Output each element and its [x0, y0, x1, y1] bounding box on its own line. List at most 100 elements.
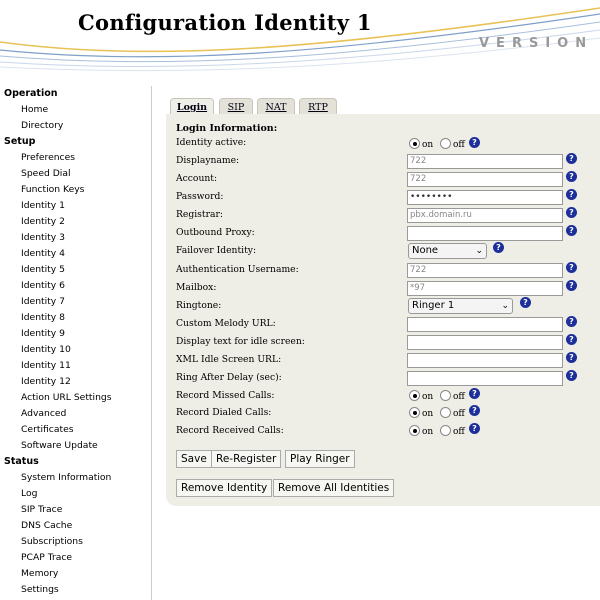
- sidebar-item-identity-1[interactable]: Identity 1: [0, 198, 150, 214]
- sidebar-item-identity-3[interactable]: Identity 3: [0, 230, 150, 246]
- help-icon[interactable]: ?: [520, 297, 531, 308]
- help-icon[interactable]: ?: [566, 352, 577, 363]
- registrar-label: Registrar:: [176, 209, 223, 220]
- help-icon[interactable]: ?: [566, 334, 577, 345]
- sidebar-item-identity-8[interactable]: Identity 8: [0, 310, 150, 326]
- sidebar-item-function-keys[interactable]: Function Keys: [0, 182, 150, 198]
- chevron-down-icon: ⌄: [475, 246, 483, 256]
- identity-active-on-radio[interactable]: [409, 138, 420, 149]
- help-icon[interactable]: ?: [566, 280, 577, 291]
- record-missed-label: Record Missed Calls:: [176, 390, 275, 401]
- password-input[interactable]: ••••••••: [407, 190, 563, 205]
- help-icon[interactable]: ?: [566, 171, 577, 182]
- sidebar-item-directory[interactable]: Directory: [0, 118, 150, 134]
- sidebar-item-identity-4[interactable]: Identity 4: [0, 246, 150, 262]
- sidebar-item-speed-dial[interactable]: Speed Dial: [0, 166, 150, 182]
- help-icon[interactable]: ?: [566, 207, 577, 218]
- identity-active-label: Identity active:: [176, 137, 247, 148]
- record-received-on-label: on: [422, 427, 434, 437]
- identity-active-off-label: off: [453, 140, 465, 150]
- failover-identity-select[interactable]: None ⌄: [408, 243, 487, 259]
- identity-active-on-label: on: [422, 140, 434, 150]
- help-icon[interactable]: ?: [566, 153, 577, 164]
- account-label: Account:: [176, 173, 218, 184]
- mailbox-label: Mailbox:: [176, 282, 217, 293]
- ringtone-select[interactable]: Ringer 1 ⌄: [408, 298, 513, 314]
- sidebar-item-settings[interactable]: Settings: [0, 582, 150, 598]
- sidebar-item-identity-7[interactable]: Identity 7: [0, 294, 150, 310]
- sidebar-item-home[interactable]: Home: [0, 102, 150, 118]
- sidebar-item-memory[interactable]: Memory: [0, 566, 150, 582]
- help-icon[interactable]: ?: [469, 137, 480, 148]
- play-ringer-button[interactable]: Play Ringer: [285, 450, 355, 468]
- help-icon[interactable]: ?: [493, 242, 504, 253]
- sidebar-item-identity-10[interactable]: Identity 10: [0, 342, 150, 358]
- xml-idle-url-label: XML Idle Screen URL:: [176, 354, 282, 365]
- record-dialed-on-radio[interactable]: [409, 407, 420, 418]
- chevron-down-icon: ⌄: [501, 301, 509, 311]
- record-dialed-label: Record Dialed Calls:: [176, 407, 272, 418]
- help-icon[interactable]: ?: [566, 370, 577, 381]
- sidebar-section-heading: Setup: [4, 136, 36, 147]
- save-button[interactable]: Save: [176, 450, 212, 468]
- version-label: VERSION: [479, 36, 594, 51]
- reregister-button[interactable]: Re-Register: [211, 450, 282, 468]
- identity-active-off-radio[interactable]: [440, 138, 451, 149]
- sidebar-item-action-url-settings[interactable]: Action URL Settings: [0, 390, 150, 406]
- record-missed-off-radio[interactable]: [440, 390, 451, 401]
- registrar-input[interactable]: pbx.domain.ru: [407, 208, 563, 223]
- sidebar-item-preferences[interactable]: Preferences: [0, 150, 150, 166]
- sidebar-item-certificates[interactable]: Certificates: [0, 422, 150, 438]
- sidebar-item-log[interactable]: Log: [0, 486, 150, 502]
- record-dialed-off-label: off: [453, 409, 465, 419]
- xml-idle-url-input[interactable]: [407, 353, 563, 368]
- record-received-label: Record Received Calls:: [176, 425, 284, 436]
- help-icon[interactable]: ?: [469, 423, 480, 434]
- outbound-proxy-input[interactable]: [407, 226, 563, 241]
- sidebar-item-software-update[interactable]: Software Update: [0, 438, 150, 454]
- record-dialed-off-radio[interactable]: [440, 407, 451, 418]
- record-received-off-radio[interactable]: [440, 425, 451, 436]
- record-missed-on-radio[interactable]: [409, 390, 420, 401]
- mailbox-input[interactable]: *97: [407, 281, 563, 296]
- idle-text-label: Display text for idle screen:: [176, 336, 305, 347]
- sidebar-item-identity-12[interactable]: Identity 12: [0, 374, 150, 390]
- sidebar-item-dns-cache[interactable]: DNS Cache: [0, 518, 150, 534]
- sidebar-section-heading: Status: [4, 456, 39, 467]
- help-icon[interactable]: ?: [566, 316, 577, 327]
- auth-username-label: Authentication Username:: [176, 264, 299, 275]
- help-icon[interactable]: ?: [566, 189, 577, 200]
- idle-text-input[interactable]: [407, 335, 563, 350]
- ring-delay-input[interactable]: [407, 371, 563, 386]
- help-icon[interactable]: ?: [469, 405, 480, 416]
- displayname-input[interactable]: 722: [407, 154, 563, 169]
- help-icon[interactable]: ?: [566, 262, 577, 273]
- sidebar-item-pcap-trace[interactable]: PCAP Trace: [0, 550, 150, 566]
- help-icon[interactable]: ?: [566, 225, 577, 236]
- remove-identity-button[interactable]: Remove Identity: [176, 479, 273, 497]
- custom-melody-input[interactable]: [407, 317, 563, 332]
- sidebar-item-identity-2[interactable]: Identity 2: [0, 214, 150, 230]
- page-title: Configuration Identity 1: [78, 10, 372, 35]
- ringtone-label: Ringtone:: [176, 300, 222, 311]
- ring-delay-label: Ring After Delay (sec):: [176, 372, 282, 383]
- help-icon[interactable]: ?: [469, 388, 480, 399]
- sidebar-item-sip-trace[interactable]: SIP Trace: [0, 502, 150, 518]
- record-received-on-radio[interactable]: [409, 425, 420, 436]
- displayname-label: Displayname:: [176, 155, 240, 166]
- sidebar-item-identity-11[interactable]: Identity 11: [0, 358, 150, 374]
- record-missed-off-label: off: [453, 392, 465, 402]
- sidebar-nav: Operation Home Directory Setup Preferences Sp…: [0, 86, 150, 600]
- custom-melody-label: Custom Melody URL:: [176, 318, 276, 329]
- sidebar-item-identity-6[interactable]: Identity 6: [0, 278, 150, 294]
- auth-username-input[interactable]: 722: [407, 263, 563, 278]
- remove-all-identities-button[interactable]: Remove All Identities: [273, 479, 395, 497]
- account-input[interactable]: 722: [407, 172, 563, 187]
- sidebar-item-advanced[interactable]: Advanced: [0, 406, 150, 422]
- sidebar-item-identity-5[interactable]: Identity 5: [0, 262, 150, 278]
- sidebar-divider: [151, 86, 152, 600]
- sidebar-item-identity-9[interactable]: Identity 9: [0, 326, 150, 342]
- sidebar-item-system-information[interactable]: System Information: [0, 470, 150, 486]
- sidebar-item-subscriptions[interactable]: Subscriptions: [0, 534, 150, 550]
- record-received-off-label: off: [453, 427, 465, 437]
